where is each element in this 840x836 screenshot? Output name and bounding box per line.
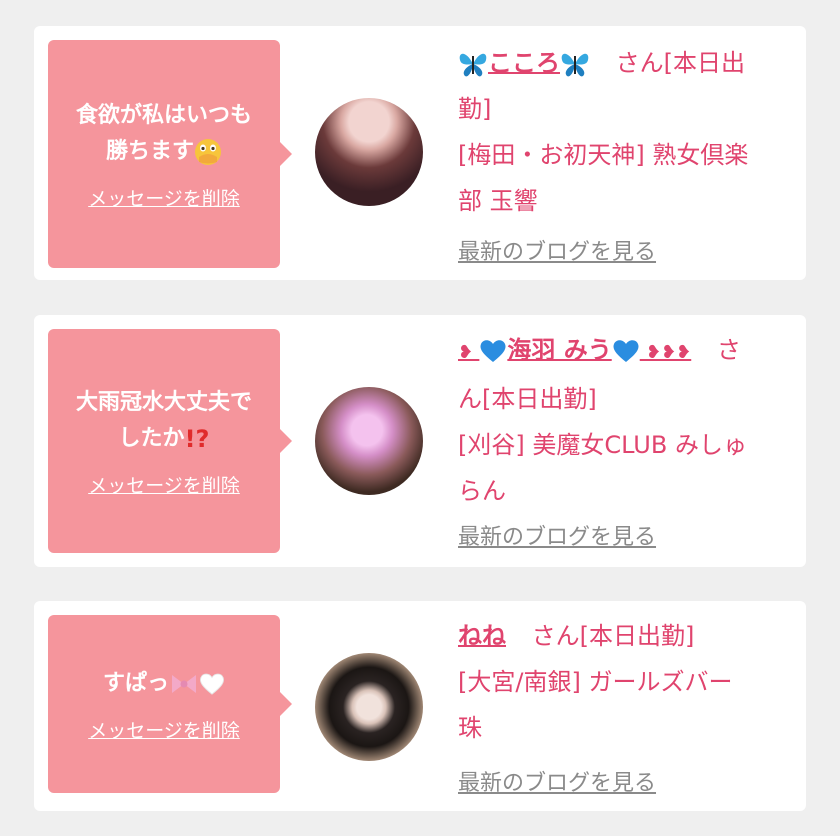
message-card: 大雨冠水大丈夫で したか!? メッセージを削除 ❥ 海羽 みう ❥❥❥ さ ん[…: [34, 315, 806, 567]
profile-info: ねね さん[本日出勤] [大宮/南銀] ガールズバー 珠: [458, 613, 798, 751]
shop-name-cont: 珠: [458, 714, 482, 742]
name-suffix: さ: [716, 336, 741, 364]
message-card: すぱっ メッセージを削除 ねね さん[本日出勤] [大宮/南銀] ガールズバー …: [34, 601, 806, 811]
name-line: こころ さん[本日出: [458, 40, 798, 86]
heart-decoration-icon: ❥❥❥: [639, 342, 692, 363]
avatar[interactable]: [315, 653, 423, 761]
latest-blog-link[interactable]: 最新のブログを見る: [458, 234, 656, 266]
blue-heart-icon: [480, 340, 506, 362]
blue-heart-icon: [613, 340, 639, 362]
message-bubble: すぱっ メッセージを削除: [48, 615, 292, 793]
shop-name-cont: 部 玉響: [458, 187, 538, 215]
message-text: 食欲が私はいつも 勝ちます: [75, 102, 252, 165]
name-suffix: さん[本日出: [615, 49, 746, 77]
white-heart-icon: [200, 673, 224, 695]
message-bubble: 大雨冠水大丈夫で したか!? メッセージを削除: [48, 329, 292, 553]
delete-message-link[interactable]: メッセージを削除: [88, 184, 240, 211]
message-card: 食欲が私はいつも 勝ちます メッセージを削除 こころ さん[本日出 勤] [梅田…: [34, 26, 806, 280]
name-suffix: さん[本日出勤]: [531, 622, 695, 650]
message-text: すぱっ: [103, 666, 225, 702]
exclamation-question-icon: !?: [184, 424, 210, 453]
latest-blog-link[interactable]: 最新のブログを見る: [458, 519, 656, 551]
name-suffix-cont: ん[本日出勤]: [458, 385, 597, 413]
shop-name: [刈谷] 美魔女CLUB みしゅ: [458, 431, 747, 459]
ribbon-icon: [172, 674, 196, 693]
delete-message-link[interactable]: メッセージを削除: [88, 716, 240, 743]
shop-name: [梅田・お初天神] 熟女倶楽: [458, 141, 749, 169]
message-bubble: 食欲が私はいつも 勝ちます メッセージを削除: [48, 40, 292, 268]
face-with-hand-over-mouth-icon: [195, 138, 221, 165]
heart-decoration-icon: ❥: [458, 342, 480, 363]
shop-name: [大宮/南銀] ガールズバー: [458, 668, 733, 696]
latest-blog-link[interactable]: 最新のブログを見る: [458, 765, 656, 797]
name-line: ねね さん[本日出勤]: [458, 613, 798, 659]
avatar[interactable]: [315, 98, 423, 206]
profile-info: ❥ 海羽 みう ❥❥❥ さ ん[本日出勤] [刈谷] 美魔女CLUB みしゅ ら…: [458, 327, 798, 514]
girl-name-link[interactable]: こころ: [488, 49, 560, 77]
name-suffix-cont: 勤]: [458, 95, 492, 123]
avatar[interactable]: [315, 387, 423, 495]
name-line: ❥ 海羽 みう ❥❥❥ さ: [458, 327, 798, 376]
butterfly-icon: [459, 53, 487, 77]
message-text: 大雨冠水大丈夫で したか!?: [76, 385, 252, 457]
butterfly-icon: [561, 53, 589, 77]
girl-name-link[interactable]: ❥ 海羽 みう ❥❥❥: [458, 336, 691, 364]
profile-info: こころ さん[本日出 勤] [梅田・お初天神] 熟女倶楽 部 玉響: [458, 40, 798, 224]
girl-name-link[interactable]: ねね: [458, 622, 506, 650]
delete-message-link[interactable]: メッセージを削除: [88, 471, 240, 498]
shop-name-cont: らん: [458, 477, 506, 505]
